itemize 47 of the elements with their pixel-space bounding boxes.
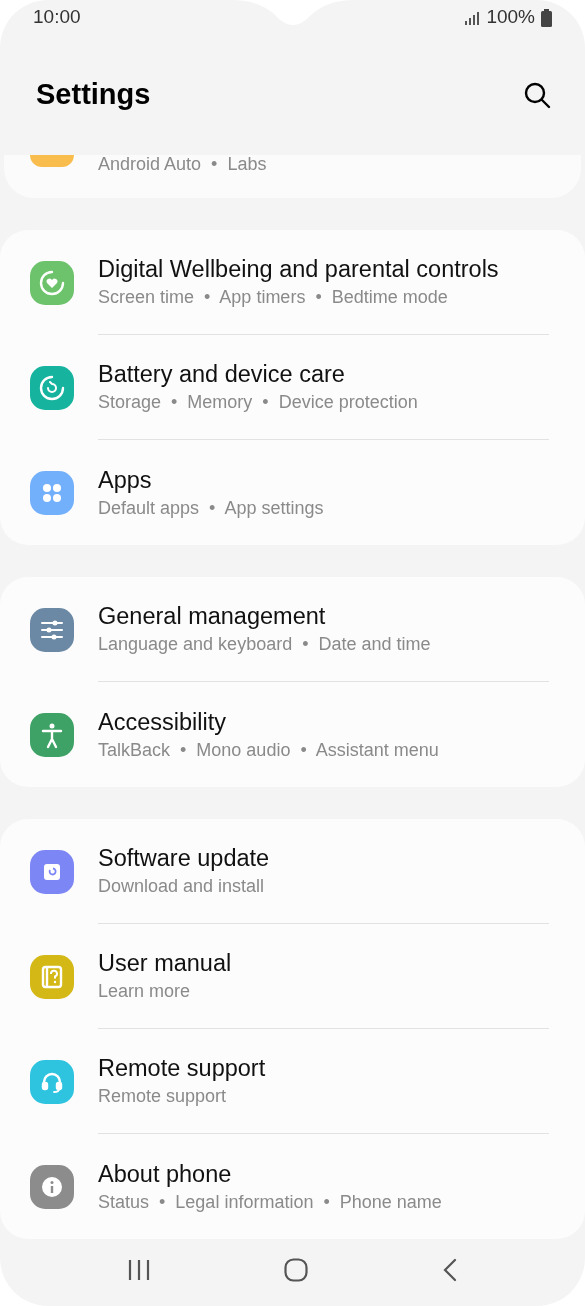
- item-subtitle: Storage • Memory • Device protection: [98, 391, 419, 414]
- item-subtitle: Language and keyboard • Date and time: [98, 633, 432, 656]
- item-subtitle: Learn more: [98, 980, 192, 1003]
- item-title: General management: [98, 602, 327, 631]
- item-title: About phone: [98, 1159, 233, 1189]
- settings-item[interactable]: Apps Default apps • App settings: [0, 440, 585, 545]
- recents-button[interactable]: [126, 1258, 151, 1281]
- item-subtitle: Default apps • App settings: [98, 496, 325, 520]
- item-subtitle: Screen time • App timers • Bedtime mode: [98, 286, 449, 309]
- four-dots-icon: [30, 470, 74, 515]
- heart-ring-icon: [30, 260, 74, 305]
- item-title: Remote support: [98, 1054, 267, 1083]
- signal-icon: [464, 10, 481, 25]
- battery-percent: 100%: [486, 5, 535, 30]
- page-title: Settings: [36, 77, 151, 113]
- item-title: Apps: [98, 465, 153, 495]
- battery-icon: [541, 8, 552, 27]
- item-subtitle: TalkBack • Mono audio • Assistant menu: [98, 738, 440, 762]
- item-title: Software update: [98, 844, 271, 873]
- item-title: Battery and device care: [98, 360, 346, 389]
- status-time: 10:00: [33, 5, 81, 30]
- settings-item[interactable]: Battery and device care Storage • Memory • Device protection: [0, 335, 585, 440]
- refresh-ring-icon: [30, 365, 74, 410]
- item-subtitle: Status • Legal information • Phone name: [98, 1190, 443, 1214]
- settings-item[interactable]: About phone Status • Legal information • Phone name: [0, 1134, 585, 1239]
- settings-item[interactable]: Digital Wellbeing and parental controls Screen time • App timers • Bedtime mode: [0, 230, 585, 335]
- item-subtitle: Download and install: [98, 875, 266, 898]
- search-icon[interactable]: [523, 81, 551, 109]
- refresh-square-icon: [30, 849, 74, 894]
- settings-item[interactable]: User manual Learn more: [0, 924, 585, 1029]
- headset-icon: [30, 1059, 74, 1104]
- item-subtitle: Remote support: [98, 1085, 228, 1108]
- info-icon: [30, 1164, 74, 1209]
- app-tile-icon: [30, 155, 74, 167]
- settings-item[interactable]: Remote support Remote support: [0, 1029, 585, 1134]
- item-title: User manual: [98, 949, 233, 978]
- item-subtitle: Android Auto • Labs: [98, 155, 267, 173]
- home-button[interactable]: [284, 1257, 309, 1282]
- settings-item[interactable]: Software update Download and install: [0, 819, 585, 924]
- settings-item[interactable]: Accessibility TalkBack • Mono audio • Assistant menu: [0, 682, 585, 787]
- item-title: Accessibility: [98, 707, 227, 737]
- book-question-icon: [30, 954, 74, 999]
- sliders-icon: [30, 607, 74, 652]
- item-title: Digital Wellbeing and parental controls: [98, 255, 500, 284]
- back-button[interactable]: [442, 1257, 459, 1282]
- settings-item[interactable]: General management Language and keyboard • Date and time: [0, 577, 585, 682]
- person-icon: [30, 712, 74, 757]
